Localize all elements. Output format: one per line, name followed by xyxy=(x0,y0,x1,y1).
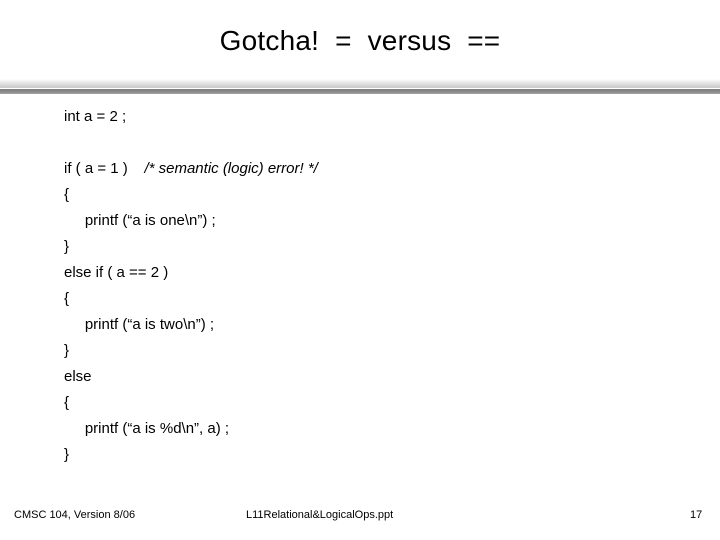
code-line: } xyxy=(64,442,664,468)
code-line: else xyxy=(64,364,664,390)
code-line-text: printf (“a is %d\n”, a) ; xyxy=(64,420,230,437)
title-area: Gotcha! = versus == xyxy=(0,24,720,58)
code-line-text: } xyxy=(64,238,70,255)
code-line: { xyxy=(64,286,664,312)
title-divider xyxy=(0,79,720,95)
code-line-text: { xyxy=(64,186,70,203)
code-line: { xyxy=(64,390,664,416)
divider-band-light xyxy=(0,79,720,88)
code-line: } xyxy=(64,338,664,364)
code-line-text: if ( a = 1 ) xyxy=(64,160,145,177)
footer-page-number: 17 xyxy=(690,509,703,521)
code-line-text: else if ( a == 2 ) xyxy=(64,264,169,281)
code-line: printf (“a is one\n”) ; xyxy=(64,208,664,234)
code-line: else if ( a == 2 ) xyxy=(64,260,664,286)
code-line: if ( a = 1 ) /* semantic (logic) error! … xyxy=(64,156,664,182)
code-line-text: { xyxy=(64,394,70,411)
code-line: printf (“a is two\n”) ; xyxy=(64,312,664,338)
footer-filename: L11Relational&LogicalOps.ppt xyxy=(246,509,394,521)
code-line-text: } xyxy=(64,342,70,359)
code-line-text: { xyxy=(64,290,70,307)
code-line-text: else xyxy=(64,368,92,385)
code-line-text: printf (“a is two\n”) ; xyxy=(64,316,215,333)
code-line: printf (“a is %d\n”, a) ; xyxy=(64,416,664,442)
code-line-comment: /* semantic (logic) error! */ xyxy=(144,160,318,177)
code-line: } xyxy=(64,234,664,260)
code-line-text: } xyxy=(64,446,70,463)
code-line-text: printf (“a is one\n”) ; xyxy=(64,212,216,229)
slide-footer: CMSC 104, Version 8/06 L11Relational&Log… xyxy=(0,505,720,527)
footer-course-info: CMSC 104, Version 8/06 xyxy=(14,509,136,521)
slide: Gotcha! = versus == int a = 2 ; if ( a =… xyxy=(0,0,720,540)
divider-band-dark xyxy=(0,89,720,94)
code-line: { xyxy=(64,182,664,208)
code-block: int a = 2 ; if ( a = 1 ) /* semantic (lo… xyxy=(64,104,664,468)
code-line: int a = 2 ; xyxy=(64,104,664,130)
page-title: Gotcha! = versus == xyxy=(219,25,501,56)
code-line-text: int a = 2 ; xyxy=(64,108,127,125)
